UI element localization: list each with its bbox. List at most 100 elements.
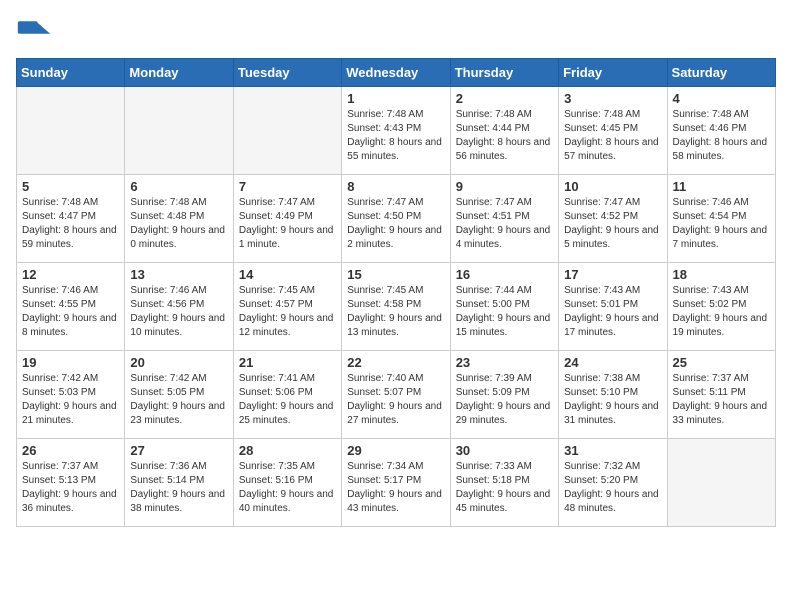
calendar-cell: 3 Sunrise: 7:48 AMSunset: 4:45 PMDaylight… [559, 87, 667, 175]
week-row-4: 19 Sunrise: 7:42 AMSunset: 5:03 PMDayligh… [17, 351, 776, 439]
weekday-header-wednesday: Wednesday [342, 59, 450, 87]
day-info: Sunrise: 7:48 AMSunset: 4:45 PMDaylight:… [564, 108, 661, 164]
day-number: 15 [347, 267, 444, 282]
day-number: 6 [130, 179, 227, 194]
day-number: 26 [22, 443, 119, 458]
day-number: 28 [239, 443, 336, 458]
calendar-cell: 17 Sunrise: 7:43 AMSunset: 5:01 PMDayligh… [559, 263, 667, 351]
day-info: Sunrise: 7:46 AMSunset: 4:55 PMDaylight:… [22, 284, 119, 340]
calendar-cell: 4 Sunrise: 7:48 AMSunset: 4:46 PMDaylight… [667, 87, 775, 175]
day-info: Sunrise: 7:47 AMSunset: 4:49 PMDaylight:… [239, 196, 336, 252]
day-info: Sunrise: 7:47 AMSunset: 4:51 PMDaylight:… [456, 196, 553, 252]
day-info: Sunrise: 7:48 AMSunset: 4:43 PMDaylight:… [347, 108, 444, 164]
day-number: 30 [456, 443, 553, 458]
calendar-cell: 6 Sunrise: 7:48 AMSunset: 4:48 PMDaylight… [125, 175, 233, 263]
day-info: Sunrise: 7:39 AMSunset: 5:09 PMDaylight:… [456, 372, 553, 428]
day-number: 29 [347, 443, 444, 458]
calendar-cell: 8 Sunrise: 7:47 AMSunset: 4:50 PMDaylight… [342, 175, 450, 263]
day-number: 2 [456, 91, 553, 106]
day-number: 21 [239, 355, 336, 370]
calendar-cell: 31 Sunrise: 7:32 AMSunset: 5:20 PMDayligh… [559, 439, 667, 527]
day-number: 24 [564, 355, 661, 370]
calendar-cell: 14 Sunrise: 7:45 AMSunset: 4:57 PMDayligh… [233, 263, 341, 351]
day-number: 27 [130, 443, 227, 458]
day-info: Sunrise: 7:38 AMSunset: 5:10 PMDaylight:… [564, 372, 661, 428]
calendar-cell: 22 Sunrise: 7:40 AMSunset: 5:07 PMDayligh… [342, 351, 450, 439]
calendar-cell [125, 87, 233, 175]
calendar-cell: 2 Sunrise: 7:48 AMSunset: 4:44 PMDaylight… [450, 87, 558, 175]
calendar-table: SundayMondayTuesdayWednesdayThursdayFrid… [16, 58, 776, 527]
day-number: 13 [130, 267, 227, 282]
calendar-cell: 10 Sunrise: 7:47 AMSunset: 4:52 PMDayligh… [559, 175, 667, 263]
day-number: 20 [130, 355, 227, 370]
week-row-5: 26 Sunrise: 7:37 AMSunset: 5:13 PMDayligh… [17, 439, 776, 527]
day-number: 18 [673, 267, 770, 282]
calendar-cell: 12 Sunrise: 7:46 AMSunset: 4:55 PMDayligh… [17, 263, 125, 351]
calendar-cell: 29 Sunrise: 7:34 AMSunset: 5:17 PMDayligh… [342, 439, 450, 527]
day-number: 9 [456, 179, 553, 194]
calendar-cell: 18 Sunrise: 7:43 AMSunset: 5:02 PMDayligh… [667, 263, 775, 351]
day-info: Sunrise: 7:48 AMSunset: 4:48 PMDaylight:… [130, 196, 227, 252]
calendar-cell: 28 Sunrise: 7:35 AMSunset: 5:16 PMDayligh… [233, 439, 341, 527]
calendar-cell: 26 Sunrise: 7:37 AMSunset: 5:13 PMDayligh… [17, 439, 125, 527]
day-info: Sunrise: 7:41 AMSunset: 5:06 PMDaylight:… [239, 372, 336, 428]
day-number: 10 [564, 179, 661, 194]
weekday-header-thursday: Thursday [450, 59, 558, 87]
day-info: Sunrise: 7:46 AMSunset: 4:56 PMDaylight:… [130, 284, 227, 340]
day-info: Sunrise: 7:43 AMSunset: 5:02 PMDaylight:… [673, 284, 770, 340]
calendar-cell: 16Sunrise: 7:44 AMSunset: 5:00 PMDayligh… [450, 263, 558, 351]
day-number: 12 [22, 267, 119, 282]
day-info: Sunrise: 7:47 AMSunset: 4:50 PMDaylight:… [347, 196, 444, 252]
calendar-cell: 23 Sunrise: 7:39 AMSunset: 5:09 PMDayligh… [450, 351, 558, 439]
day-info: Sunrise: 7:36 AMSunset: 5:14 PMDaylight:… [130, 460, 227, 516]
day-number: 17 [564, 267, 661, 282]
day-number: 4 [673, 91, 770, 106]
day-number: 14 [239, 267, 336, 282]
day-info: Sunrise: 7:45 AMSunset: 4:57 PMDaylight:… [239, 284, 336, 340]
week-row-3: 12 Sunrise: 7:46 AMSunset: 4:55 PMDayligh… [17, 263, 776, 351]
day-info: Sunrise: 7:42 AMSunset: 5:03 PMDaylight:… [22, 372, 119, 428]
day-info: Sunrise: 7:35 AMSunset: 5:16 PMDaylight:… [239, 460, 336, 516]
calendar-cell: 25Sunrise: 7:37 AMSunset: 5:11 PMDayligh… [667, 351, 775, 439]
day-info: Sunrise: 7:48 AMSunset: 4:46 PMDaylight:… [673, 108, 770, 164]
weekday-header-row: SundayMondayTuesdayWednesdayThursdayFrid… [17, 59, 776, 87]
day-number: 8 [347, 179, 444, 194]
day-info: Sunrise: 7:33 AMSunset: 5:18 PMDaylight:… [456, 460, 553, 516]
day-info: Sunrise: 7:32 AMSunset: 5:20 PMDaylight:… [564, 460, 661, 516]
week-row-1: 1 Sunrise: 7:48 AMSunset: 4:43 PMDaylight… [17, 87, 776, 175]
day-number: 1 [347, 91, 444, 106]
day-info: Sunrise: 7:37 AMSunset: 5:11 PMDaylight:… [673, 372, 770, 428]
day-number: 11 [673, 179, 770, 194]
calendar-cell: 30 Sunrise: 7:33 AMSunset: 5:18 PMDayligh… [450, 439, 558, 527]
day-info: Sunrise: 7:37 AMSunset: 5:13 PMDaylight:… [22, 460, 119, 516]
calendar-cell: 21 Sunrise: 7:41 AMSunset: 5:06 PMDayligh… [233, 351, 341, 439]
weekday-header-saturday: Saturday [667, 59, 775, 87]
day-number: 31 [564, 443, 661, 458]
day-info: Sunrise: 7:46 AMSunset: 4:54 PMDaylight:… [673, 196, 770, 252]
day-info: Sunrise: 7:45 AMSunset: 4:58 PMDaylight:… [347, 284, 444, 340]
day-info: Sunrise: 7:40 AMSunset: 5:07 PMDaylight:… [347, 372, 444, 428]
day-number: 19 [22, 355, 119, 370]
day-number: 5 [22, 179, 119, 194]
page: SundayMondayTuesdayWednesdayThursdayFrid… [0, 0, 792, 543]
day-info: Sunrise: 7:47 AMSunset: 4:52 PMDaylight:… [564, 196, 661, 252]
day-info: Sunrise: 7:43 AMSunset: 5:01 PMDaylight:… [564, 284, 661, 340]
logo-icon [16, 14, 52, 50]
calendar-cell [233, 87, 341, 175]
day-number: 22 [347, 355, 444, 370]
calendar-cell: 5 Sunrise: 7:48 AMSunset: 4:47 PMDaylight… [17, 175, 125, 263]
calendar-cell: 27 Sunrise: 7:36 AMSunset: 5:14 PMDayligh… [125, 439, 233, 527]
calendar-cell: 19 Sunrise: 7:42 AMSunset: 5:03 PMDayligh… [17, 351, 125, 439]
weekday-header-tuesday: Tuesday [233, 59, 341, 87]
calendar-cell [667, 439, 775, 527]
calendar-cell: 9 Sunrise: 7:47 AMSunset: 4:51 PMDaylight… [450, 175, 558, 263]
day-number: 23 [456, 355, 553, 370]
day-number: 16 [456, 267, 553, 282]
day-info: Sunrise: 7:48 AMSunset: 4:47 PMDaylight:… [22, 196, 119, 252]
day-number: 7 [239, 179, 336, 194]
day-info: Sunrise: 7:34 AMSunset: 5:17 PMDaylight:… [347, 460, 444, 516]
day-number: 3 [564, 91, 661, 106]
day-info: Sunrise: 7:48 AMSunset: 4:44 PMDaylight:… [456, 108, 553, 164]
week-row-2: 5 Sunrise: 7:48 AMSunset: 4:47 PMDaylight… [17, 175, 776, 263]
header [16, 10, 776, 50]
